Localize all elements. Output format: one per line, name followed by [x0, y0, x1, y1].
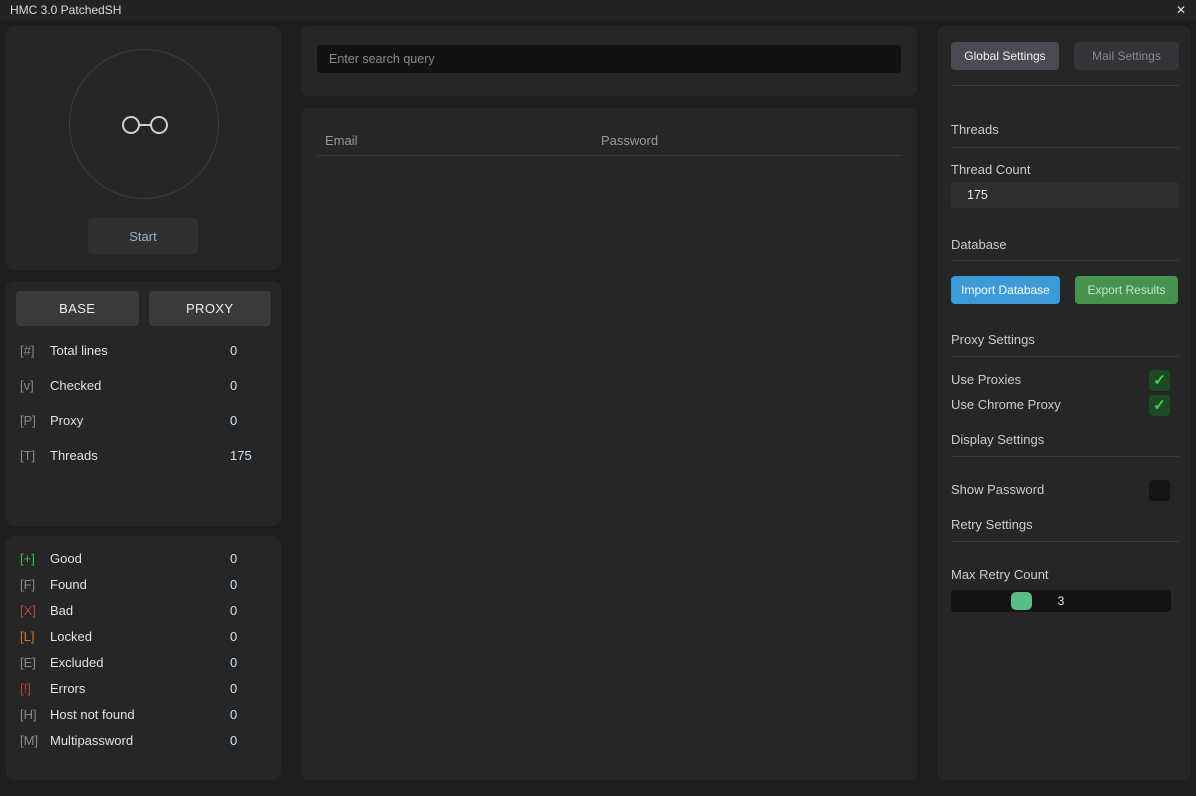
stat-label: Good: [50, 551, 82, 566]
stat-row-excluded: [E]Excluded 0: [6, 650, 281, 676]
show-password-label: Show Password: [951, 482, 1044, 498]
stat-label: Total lines: [50, 343, 108, 358]
section-title-proxy-settings: Proxy Settings: [951, 332, 1035, 348]
stat-row-good: [+]Good 0: [6, 546, 281, 572]
app-window: HMC 3.0 PatchedSH ✕ Start BASE PROXY [#]…: [0, 0, 1196, 796]
tab-proxy[interactable]: PROXY: [149, 291, 272, 326]
stat-value: 0: [230, 624, 237, 650]
divider: [951, 356, 1179, 357]
thread-count-label: Thread Count: [951, 162, 1031, 178]
search-input[interactable]: [317, 45, 901, 73]
stats-list-bottom: [+]Good 0 [F]Found 0 [X]Bad 0 [L]Locked 0 [E…: [6, 546, 281, 754]
window-title: HMC 3.0 PatchedSH: [10, 3, 121, 17]
tab-mail-settings[interactable]: Mail Settings: [1074, 42, 1179, 70]
stat-prefix: [X]: [20, 598, 50, 624]
stat-row-host-not-found: [H]Host not found 0: [6, 702, 281, 728]
stat-prefix: [!]: [20, 676, 50, 702]
stat-prefix: [F]: [20, 572, 50, 598]
stat-value: 0: [230, 598, 237, 624]
max-retry-slider-thumb[interactable]: [1011, 592, 1032, 610]
start-button[interactable]: Start: [88, 218, 198, 254]
stat-prefix: [T]: [20, 438, 50, 473]
import-database-button[interactable]: Import Database: [951, 276, 1060, 304]
logo-circle: [69, 49, 219, 199]
stat-label: Proxy: [50, 413, 83, 428]
use-proxies-checkbox[interactable]: ✓: [1149, 370, 1170, 391]
divider: [951, 541, 1179, 542]
stat-label: Multipassword: [50, 733, 133, 748]
stat-label: Host not found: [50, 707, 135, 722]
stat-row-threads: [T]Threads 175: [6, 438, 281, 473]
stat-value: 0: [230, 572, 237, 598]
column-header-password: Password: [601, 133, 658, 148]
title-bar: HMC 3.0 PatchedSH ✕: [0, 0, 1196, 20]
divider: [951, 456, 1179, 457]
stat-value: 0: [230, 728, 237, 754]
search-panel: [301, 26, 917, 96]
stat-label: Errors: [50, 681, 85, 696]
export-results-button[interactable]: Export Results: [1075, 276, 1178, 304]
stat-row-bad: [X]Bad 0: [6, 598, 281, 624]
stat-row-multipassword: [M]Multipassword 0: [6, 728, 281, 754]
max-retry-count-label: Max Retry Count: [951, 567, 1049, 583]
stat-value: 0: [230, 546, 237, 572]
stat-value: 0: [230, 702, 237, 728]
stat-row-total-lines: [#]Total lines 0: [6, 333, 281, 368]
stat-prefix: [M]: [20, 728, 50, 754]
divider: [951, 85, 1179, 86]
stat-value: 0: [230, 650, 237, 676]
stat-value: 0: [230, 676, 237, 702]
thread-count-input[interactable]: [951, 182, 1179, 208]
max-retry-slider[interactable]: 3: [951, 590, 1171, 612]
section-title-threads: Threads: [951, 122, 999, 138]
stat-prefix: [L]: [20, 624, 50, 650]
glasses-icon: [122, 115, 168, 135]
results-table-panel: Email Password: [301, 108, 917, 780]
stat-row-errors: [!]Errors 0: [6, 676, 281, 702]
stat-prefix: [P]: [20, 403, 50, 438]
stat-label: Locked: [50, 629, 92, 644]
stat-row-locked: [L]Locked 0: [6, 624, 281, 650]
stat-value: 175: [230, 438, 252, 473]
use-proxies-label: Use Proxies: [951, 372, 1021, 388]
stat-label: Checked: [50, 378, 101, 393]
stat-prefix: [H]: [20, 702, 50, 728]
use-chrome-proxy-checkbox[interactable]: ✓: [1149, 395, 1170, 416]
stat-label: Threads: [50, 448, 98, 463]
stat-label: Excluded: [50, 655, 103, 670]
use-chrome-proxy-label: Use Chrome Proxy: [951, 397, 1061, 413]
divider: [951, 147, 1179, 148]
stat-value: 0: [230, 333, 237, 368]
section-title-retry-settings: Retry Settings: [951, 517, 1033, 533]
settings-panel: Global Settings Mail Settings Threads Th…: [937, 26, 1191, 780]
close-icon[interactable]: ✕: [1172, 2, 1190, 18]
logo-panel: Start: [6, 26, 281, 270]
stat-row-proxy: [P]Proxy 0: [6, 403, 281, 438]
stat-prefix: [#]: [20, 333, 50, 368]
max-retry-slider-value: 3: [1051, 590, 1071, 612]
divider: [951, 260, 1179, 261]
results-stats-panel: [+]Good 0 [F]Found 0 [X]Bad 0 [L]Locked 0 [E…: [6, 536, 281, 780]
stat-prefix: [+]: [20, 546, 50, 572]
stat-value: 0: [230, 368, 237, 403]
section-title-display-settings: Display Settings: [951, 432, 1044, 448]
base-stats-panel: BASE PROXY [#]Total lines 0 [v]Checked 0 […: [6, 281, 281, 526]
stat-label: Found: [50, 577, 87, 592]
tab-global-settings[interactable]: Global Settings: [951, 42, 1059, 70]
stat-prefix: [E]: [20, 650, 50, 676]
stats-list-top: [#]Total lines 0 [v]Checked 0 [P]Proxy 0 [T…: [6, 333, 281, 473]
stat-value: 0: [230, 403, 237, 438]
stat-row-checked: [v]Checked 0: [6, 368, 281, 403]
stat-prefix: [v]: [20, 368, 50, 403]
table-header: Email Password: [317, 130, 901, 156]
base-proxy-tabs: BASE PROXY: [16, 291, 271, 326]
section-title-database: Database: [951, 237, 1007, 253]
stat-row-found: [F]Found 0: [6, 572, 281, 598]
column-header-email: Email: [325, 133, 358, 148]
show-password-checkbox[interactable]: [1149, 480, 1170, 501]
stat-label: Bad: [50, 603, 73, 618]
tab-base[interactable]: BASE: [16, 291, 139, 326]
